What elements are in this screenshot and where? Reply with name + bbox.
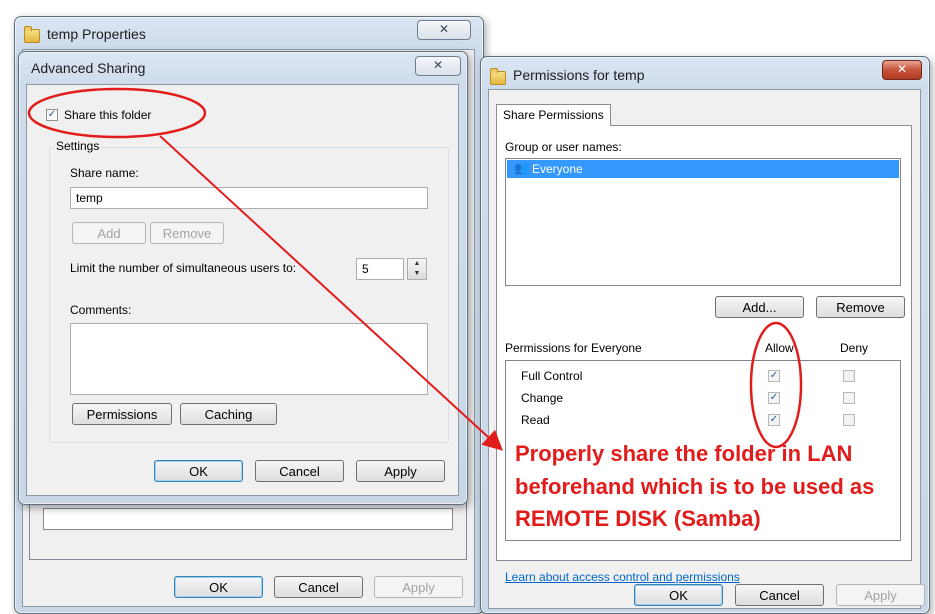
- allow-checkbox[interactable]: [768, 414, 780, 426]
- annotation-line-1: Properly share the folder in LAN: [515, 441, 853, 466]
- permissions-title: Permissions for temp: [513, 67, 645, 83]
- deny-checkbox[interactable]: [843, 414, 855, 426]
- comments-label: Comments:: [70, 303, 132, 317]
- close-button[interactable]: ✕: [417, 20, 471, 40]
- permission-name: Change: [521, 391, 564, 405]
- annotation-line-2: beforehand which is to be used as: [515, 474, 875, 499]
- settings-label: Settings: [54, 139, 102, 153]
- cancel-button[interactable]: Cancel: [255, 460, 344, 482]
- deny-checkbox[interactable]: [843, 370, 855, 382]
- remove-button[interactable]: Remove: [150, 222, 224, 244]
- share-name-label: Share name:: [70, 166, 139, 180]
- annotation-line-3: REMOTE DISK (Samba): [515, 506, 761, 531]
- permission-name: Full Control: [521, 369, 583, 383]
- group-names-label: Group or user names:: [505, 140, 622, 154]
- share-folder-checkbox[interactable]: [46, 109, 58, 121]
- deny-header: Deny: [840, 341, 869, 355]
- comments-field[interactable]: [70, 323, 428, 395]
- apply-button[interactable]: Apply: [356, 460, 445, 482]
- permissions-button[interactable]: Permissions: [72, 403, 172, 425]
- close-button[interactable]: ✕: [415, 56, 461, 76]
- allow-checkbox[interactable]: [768, 392, 780, 404]
- apply-button[interactable]: Apply: [836, 584, 925, 606]
- users-icon: 👥: [514, 161, 529, 175]
- permissions-header: Permissions for Everyone: [505, 341, 642, 355]
- folder-icon: [24, 26, 40, 43]
- advanced-sharing-window: Advanced Sharing ✕ Share this folder Set…: [18, 51, 468, 505]
- limit-users-input[interactable]: [356, 258, 404, 280]
- access-control-help-link[interactable]: Learn about access control and permissio…: [505, 570, 740, 584]
- advanced-sharing-title: Advanced Sharing: [31, 60, 146, 76]
- remove-button[interactable]: Remove: [816, 296, 905, 318]
- add-button[interactable]: Add: [72, 222, 146, 244]
- share-name-input[interactable]: [70, 187, 428, 209]
- permission-name: Read: [521, 413, 550, 427]
- allow-header: Allow: [765, 341, 794, 355]
- temp-properties-title: temp Properties: [47, 26, 146, 42]
- user-list-item[interactable]: 👥 Everyone: [507, 160, 899, 178]
- ok-button[interactable]: OK: [174, 576, 263, 598]
- user-name: Everyone: [532, 162, 583, 176]
- apply-button[interactable]: Apply: [374, 576, 463, 598]
- cancel-button[interactable]: Cancel: [735, 584, 824, 606]
- limit-users-spinner[interactable]: ▲ ▼: [407, 258, 427, 280]
- close-button[interactable]: ✕: [882, 60, 922, 80]
- advanced-sharing-client: Share this folder Settings Share name: A…: [26, 84, 459, 496]
- ok-button[interactable]: OK: [154, 460, 243, 482]
- user-list[interactable]: 👥 Everyone: [505, 158, 901, 286]
- cancel-button[interactable]: Cancel: [274, 576, 363, 598]
- chevron-up-icon: ▲: [413, 260, 421, 267]
- caching-button[interactable]: Caching: [180, 403, 277, 425]
- ok-button[interactable]: OK: [634, 584, 723, 606]
- folder-icon: [490, 68, 506, 85]
- allow-checkbox[interactable]: [768, 370, 780, 382]
- tab-share-permissions[interactable]: Share Permissions: [496, 104, 611, 126]
- add-button[interactable]: Add...: [715, 296, 804, 318]
- chevron-down-icon: ▼: [413, 270, 421, 277]
- limit-users-label: Limit the number of simultaneous users t…: [70, 261, 297, 275]
- share-folder-label: Share this folder: [64, 108, 152, 122]
- deny-checkbox[interactable]: [843, 392, 855, 404]
